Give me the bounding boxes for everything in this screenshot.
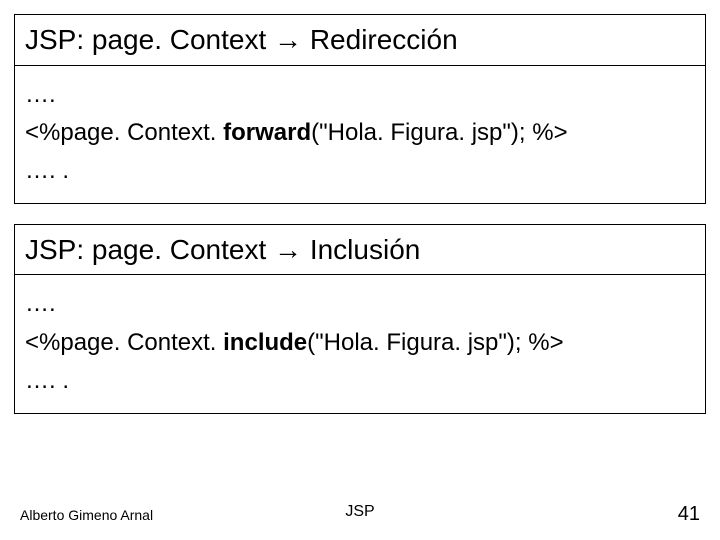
heading-redireccion: JSP: page. Context → Redirección bbox=[15, 15, 705, 66]
footer-author: Alberto Gimeno Arnal bbox=[20, 507, 153, 523]
code-line: …. . bbox=[25, 362, 695, 400]
heading-prefix: JSP: page. Context bbox=[25, 234, 274, 265]
heading-inclusion: JSP: page. Context → Inclusión bbox=[15, 225, 705, 276]
code-text: <%page. Context. bbox=[25, 119, 223, 146]
footer-title: JSP bbox=[345, 503, 374, 521]
code-text: ("Hola. Figura. jsp"); %> bbox=[307, 329, 563, 356]
code-keyword: include bbox=[223, 329, 307, 356]
heading-suffix: Inclusión bbox=[302, 234, 420, 265]
code-inclusion: …. <%page. Context. include("Hola. Figur… bbox=[15, 275, 705, 412]
code-keyword: forward bbox=[223, 119, 311, 146]
arrow-icon: → bbox=[274, 24, 302, 55]
code-line: <%page. Context. forward("Hola. Figura. … bbox=[25, 114, 695, 152]
code-text: <%page. Context. bbox=[25, 329, 223, 356]
heading-suffix: Redirección bbox=[302, 24, 458, 55]
page-number: 41 bbox=[678, 503, 700, 526]
arrow-icon: → bbox=[274, 234, 302, 265]
footer: Alberto Gimeno Arnal JSP 41 bbox=[0, 503, 720, 526]
code-line: …. . bbox=[25, 152, 695, 190]
heading-prefix: JSP: page. Context bbox=[25, 24, 274, 55]
box-inclusion: JSP: page. Context → Inclusión …. <%page… bbox=[14, 224, 706, 414]
slide: JSP: page. Context → Redirección …. <%pa… bbox=[0, 0, 720, 540]
code-line: <%page. Context. include("Hola. Figura. … bbox=[25, 324, 695, 362]
code-line: …. bbox=[25, 76, 695, 114]
box-redireccion: JSP: page. Context → Redirección …. <%pa… bbox=[14, 14, 706, 204]
code-text: ("Hola. Figura. jsp"); %> bbox=[311, 119, 567, 146]
code-line: …. bbox=[25, 285, 695, 323]
code-redireccion: …. <%page. Context. forward("Hola. Figur… bbox=[15, 66, 705, 203]
